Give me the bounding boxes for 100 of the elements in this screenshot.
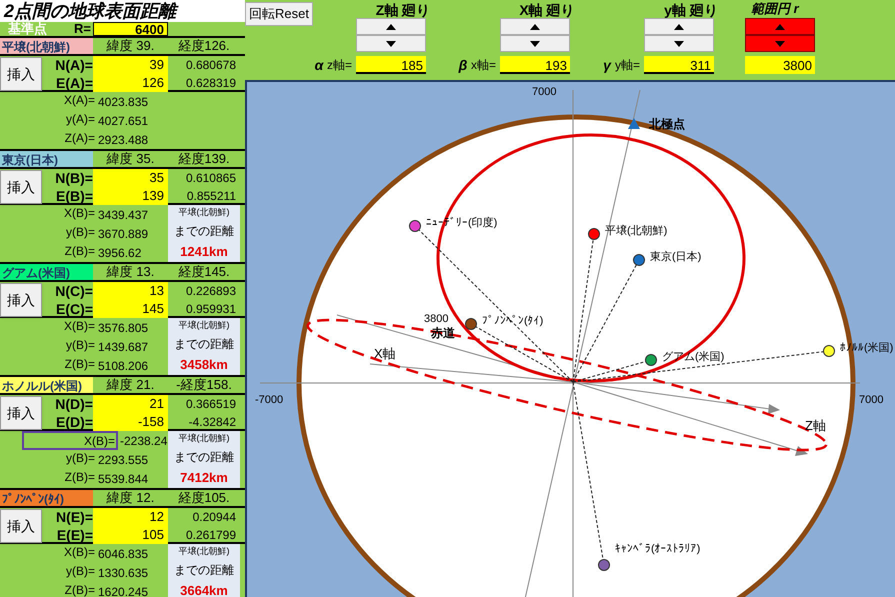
degree-field[interactable]: 21 [93,395,168,413]
angle-symbol: β [457,56,468,75]
radian-value: -4.32842 [188,414,237,431]
xyz-label: Z(A)= [64,130,96,147]
degree-field[interactable]: 35 [93,169,168,187]
insert-button[interactable]: 挿入 [0,170,42,204]
angle-field[interactable]: 193 [500,56,570,74]
distance-value: 3664km [180,582,228,597]
insert-button[interactable]: 挿入 [0,509,42,543]
down-arrow-icon [775,40,785,46]
spin-up-button[interactable] [500,18,570,35]
spin-up-button[interactable] [644,18,714,35]
coordinate-label: E(C)= [55,300,93,318]
distance-value: 1241km [180,242,228,260]
degree-field[interactable]: 39 [93,56,168,74]
up-arrow-icon [674,24,684,30]
xyz-value: 1439.687 [97,338,148,356]
xyz-label: X(B)= [62,318,96,335]
degree-field[interactable]: 105 [93,526,168,544]
radius-value-label: 3800 [424,312,448,326]
xyz-value: 3670.889 [97,226,148,242]
radian-value: 0.680678 [184,57,237,74]
tick-label: -7000 [255,393,284,408]
angle-symbol: α [314,56,325,74]
degree-field[interactable]: 12 [93,508,168,526]
xyz-value: 3439.437 [97,206,148,224]
insert-button[interactable]: 挿入 [0,57,42,91]
xyz-value: 6046.835 [97,546,148,562]
degree-field[interactable]: 126 [93,74,168,92]
xyz-label: Z(B)= [64,582,96,597]
angle-label: z軸= [327,57,354,74]
xyz-value: 3956.62 [97,244,142,262]
radian-value: 0.610865 [184,170,237,187]
xyz-value: 3576.805 [97,320,148,336]
latitude-label: 緯度 35. [106,150,156,168]
xyz-value: 2923.488 [97,132,148,148]
angle-field[interactable]: 311 [644,56,714,74]
tick-label: 7000 [859,393,884,408]
xyz-label: X(B)= [62,544,96,561]
degree-field[interactable]: -158 [93,413,168,431]
xyz-label: Z(B)= [64,469,96,486]
reset-button[interactable]: 回転Reset [245,2,313,26]
distance-caption: までの距離 [174,562,234,578]
range-label: 範囲円 r [750,0,800,18]
xyz-label: Z(B)= [64,356,96,373]
angle-field[interactable]: 185 [356,56,426,74]
coordinate-label: N(A)= [54,56,93,75]
location-label: ｷｬﾝﾍﾞﾗ(ｵｰｽﾄﾗﾘｱ) [615,543,700,555]
xyz-label: X(A)= [62,92,96,109]
base-point-label: 基準点 [7,20,48,38]
sheet-title: 2点間の地球表面距離 [4,0,176,22]
spin-down-button[interactable] [644,35,714,52]
radian-value: 0.366519 [184,396,237,413]
down-arrow-icon [674,40,684,46]
latitude-label: 緯度 21. [106,376,156,394]
xyz-label: y(B)= [64,563,96,580]
xyz-label: y(B)= [64,337,96,354]
range-field[interactable]: 3800 [745,56,815,74]
down-arrow-icon [386,40,396,46]
up-arrow-icon [530,24,540,30]
xyz-value: 1330.635 [97,564,148,582]
city-name: ホノルル(米国) [0,377,93,393]
xyz-label: y(B)= [64,224,96,241]
angle-label: x軸= [471,57,498,74]
xyz-label: X(B)= [22,431,118,450]
coordinate-label: N(C)= [54,282,93,301]
radius-field[interactable]: 6400 [93,22,168,36]
city-name: グアム(米国) [0,264,93,280]
latitude-label: 緯度 39. [106,37,156,56]
degree-field[interactable]: 145 [93,300,168,318]
angle-label: y軸= [615,57,642,74]
rotation-label: Z軸 廻り [374,1,432,18]
distance-caption: までの距離 [174,448,234,466]
city-name: 東京(日本) [0,151,93,167]
insert-button[interactable]: 挿入 [0,396,42,430]
xyz-value: 4023.835 [97,94,148,110]
xyz-value: 4027.651 [97,112,148,130]
longitude-label: 経度139. [177,150,231,168]
destination-label: 平壌(北朝鮮) [178,206,230,219]
spin-up-button[interactable] [356,18,426,35]
coordinate-label: E(E)= [56,526,93,544]
coordinate-label: E(D)= [55,412,93,432]
destination-label: 平壌(北朝鮮) [178,545,230,558]
xyz-value: -2238.24 [119,432,168,450]
degree-field[interactable]: 13 [93,282,168,300]
latitude-label: 緯度 13. [106,263,156,282]
degree-field[interactable]: 139 [93,187,168,205]
destination-label: 平壌(北朝鮮) [178,432,230,445]
spin-down-button[interactable] [356,35,426,52]
angle-symbol: γ [602,56,612,75]
radian-value: 0.226893 [184,283,237,300]
insert-button[interactable]: 挿入 [0,283,42,317]
city-name: 平壌(北朝鮮) [0,38,93,54]
xyz-label: X(B)= [62,205,96,222]
longitude-label: -経度158. [175,376,233,394]
spin-down-button[interactable] [500,35,570,52]
north-pole-marker [628,118,640,129]
coordinate-label: E(B)= [55,186,93,206]
distance-value: 7412km [180,468,228,486]
radius-label: R= [73,20,92,38]
